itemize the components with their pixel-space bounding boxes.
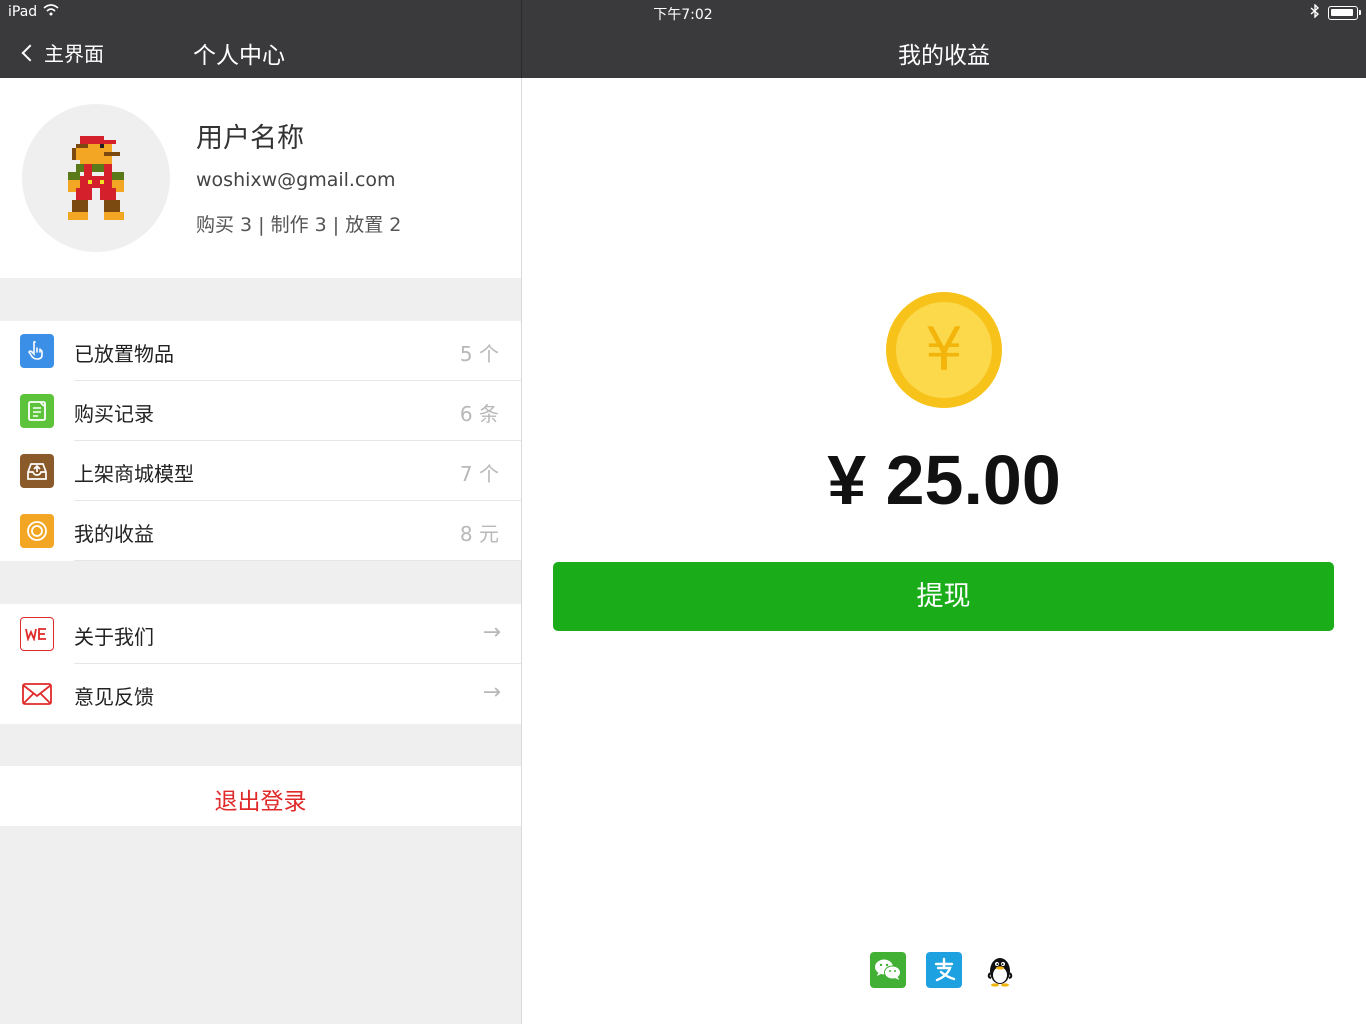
top-bar: iPad 下午7:02 主界面 个人中心 我的收益 [0,0,1366,78]
coin-icon [20,514,54,548]
payment-methods [870,952,1018,988]
menu-item-label: 意见反馈 [74,685,154,709]
alipay-icon[interactable] [926,952,962,988]
qq-icon[interactable] [982,952,1018,988]
menu-item-my-earnings[interactable]: 我的收益 8 元 [0,501,521,561]
user-email: woshixw@gmail.com [196,169,396,191]
profile-card[interactable]: 用户名称 woshixw@gmail.com 购买 3 | 制作 3 | 放置 … [0,78,521,278]
envelope-icon [20,677,54,711]
withdraw-button[interactable]: 提现 [553,562,1334,631]
menu-item-label: 购买记录 [74,402,154,426]
menu-group-main: 已放置物品 5 个 购买记录 6 条 上架商城模型 7 个 我的收益 8 元 [0,321,521,561]
battery-icon [1328,6,1361,20]
menu-item-label: 已放置物品 [74,342,174,366]
menu-item-value: 7 个 [459,462,499,486]
wechat-icon[interactable] [870,952,906,988]
logout-label: 退出登录 [214,789,307,815]
menu-item-value: 5 个 [459,342,499,366]
status-bar: iPad 下午7:02 [0,0,1366,24]
we-logo-icon [20,617,54,651]
right-nav-title: 我的收益 [898,43,990,69]
menu-item-placed-items[interactable]: 已放置物品 5 个 [0,321,521,381]
pixel-character-icon [68,136,124,220]
menu-item-value: 8 元 [459,522,499,546]
user-stats: 购买 3 | 制作 3 | 放置 2 [196,214,402,236]
bluetooth-icon [1310,3,1320,22]
arrow-right-icon: → [482,620,501,645]
menu-item-purchase-history[interactable]: 购买记录 6 条 [0,381,521,441]
yuan-symbol: ¥ [896,302,992,398]
menu-item-feedback[interactable]: 意见反馈 → [0,664,521,724]
logout-button[interactable]: 退出登录 [0,766,521,826]
menu-item-value: 6 条 [459,402,499,426]
user-name: 用户名称 [196,123,304,154]
upload-tray-icon [20,454,54,488]
menu-item-label: 我的收益 [74,522,154,546]
menu-item-label: 上架商城模型 [74,462,194,486]
master-pane: 用户名称 woshixw@gmail.com 购买 3 | 制作 3 | 放置 … [0,78,521,1024]
menu-item-label: 关于我们 [74,625,154,649]
left-nav-title: 个人中心 [193,43,285,69]
status-time: 下午7:02 [653,7,713,23]
coin-icon: ¥ [886,292,1002,408]
menu-item-about-us[interactable]: 关于我们 → [0,604,521,664]
divider [74,560,521,561]
avatar[interactable] [22,104,170,252]
menu-item-store-models[interactable]: 上架商城模型 7 个 [0,441,521,501]
arrow-right-icon: → [482,680,501,705]
earnings-amount: ¥ 25.00 [827,441,1061,519]
document-icon [20,394,54,428]
pane-divider [521,78,522,1024]
hand-pointer-icon [20,334,54,368]
menu-group-about: 关于我们 → 意见反馈 → [0,604,521,724]
